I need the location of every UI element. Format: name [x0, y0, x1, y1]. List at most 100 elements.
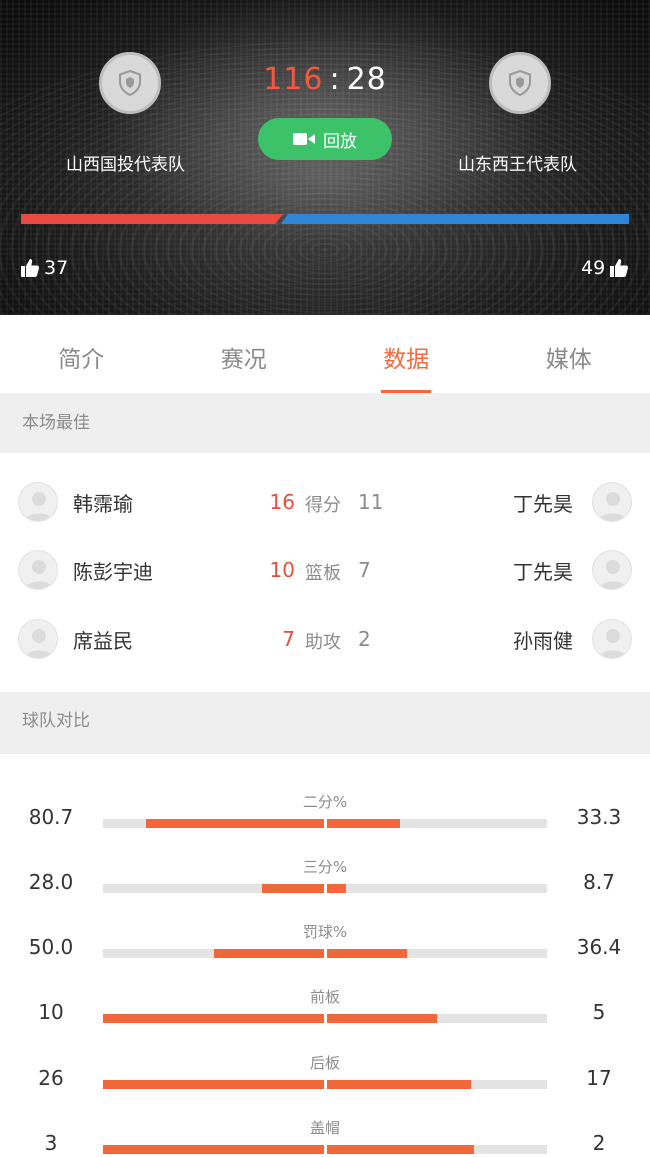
away-value: 36.4 [576, 935, 622, 959]
tab-stats[interactable]: 数据 [325, 315, 488, 393]
away-bar-fill [327, 884, 347, 893]
away-player-name[interactable]: 孙雨健 [513, 625, 573, 654]
home-bar-fill [103, 1080, 324, 1089]
tab-media[interactable]: 媒体 [488, 315, 650, 393]
home-bar-fill [213, 949, 324, 958]
replay-button[interactable]: 回放 [258, 118, 392, 160]
score-separator: : [329, 62, 341, 97]
away-support-bar [281, 214, 629, 224]
avatar[interactable] [592, 482, 632, 522]
avatar[interactable] [18, 550, 58, 590]
away-value: 17 [586, 1066, 612, 1090]
user-placeholder-icon [25, 629, 53, 658]
away-stat-value: 7 [358, 558, 371, 582]
home-bar [103, 1145, 324, 1154]
home-bar [103, 949, 324, 958]
away-bar-fill [327, 1014, 437, 1023]
replay-label: 回放 [323, 131, 357, 152]
scoreboard: 116:28 [0, 62, 650, 97]
home-bar [103, 1080, 324, 1089]
user-placeholder-icon [599, 560, 627, 589]
home-bar [103, 1014, 324, 1023]
stat-label: 得分 [305, 495, 341, 516]
home-stat-value: 16 [269, 490, 295, 514]
away-like-count: 49 [581, 257, 606, 279]
away-bar [327, 1014, 547, 1023]
best-row: 陈彭宇迪 10 篮板 7 丁先昊 [0, 550, 650, 610]
away-value: 33.3 [576, 805, 622, 829]
home-bar-fill [262, 884, 324, 893]
home-value: 10 [38, 1000, 64, 1024]
compare-label: 罚球% [302, 923, 348, 941]
away-value: 5 [592, 1000, 606, 1024]
home-bar-fill [103, 1014, 324, 1023]
tab-bar: 简介 赛况 数据 媒体 [0, 315, 650, 393]
compare-label: 前板 [309, 988, 340, 1006]
away-stat-value: 2 [358, 627, 371, 651]
user-placeholder-icon [25, 492, 53, 521]
home-score: 116 [263, 62, 324, 97]
video-camera-icon [293, 133, 315, 145]
avatar[interactable] [18, 619, 58, 659]
away-team-name[interactable]: 山东西王代表队 [458, 150, 577, 175]
home-stat-value: 7 [282, 627, 295, 651]
away-bar [327, 1080, 547, 1089]
best-row: 席益民 7 助攻 2 孙雨健 [0, 619, 650, 679]
away-stat-value: 11 [358, 490, 384, 514]
home-player-name[interactable]: 韩霈瑜 [73, 488, 133, 517]
user-placeholder-icon [599, 629, 627, 658]
away-player-name[interactable]: 丁先昊 [513, 556, 573, 585]
home-bar-fill [103, 1145, 324, 1154]
compare-label: 盖帽 [309, 1119, 340, 1137]
home-team-name[interactable]: 山西国投代表队 [66, 150, 185, 175]
user-placeholder-icon [25, 560, 53, 589]
away-player-name[interactable]: 丁先昊 [513, 488, 573, 517]
compare-row: 三分% 28.0 8.7 [0, 856, 650, 916]
match-header: 116:28 回放 山西国投代表队 山东西王代表队 37 49 [0, 0, 650, 315]
user-placeholder-icon [599, 492, 627, 521]
compare-label: 三分% [302, 858, 348, 876]
thumbs-up-icon [21, 259, 40, 277]
tab-intro[interactable]: 简介 [0, 315, 163, 393]
stat-label: 助攻 [305, 632, 341, 653]
away-bar [327, 1145, 547, 1154]
stat-label: 篮板 [305, 563, 341, 584]
compare-label: 后板 [309, 1054, 340, 1072]
away-like-button[interactable]: 49 [581, 257, 629, 279]
thumbs-up-icon [610, 259, 629, 277]
home-value: 26 [38, 1066, 64, 1090]
away-bar-fill [327, 1145, 474, 1154]
home-value: 80.7 [28, 805, 74, 829]
best-row: 韩霈瑜 16 得分 11 丁先昊 [0, 482, 650, 542]
away-bar [327, 949, 547, 958]
home-like-button[interactable]: 37 [20, 257, 68, 279]
avatar[interactable] [18, 482, 58, 522]
compare-label: 二分% [302, 793, 348, 811]
home-support-bar [21, 214, 283, 224]
away-value: 8.7 [583, 870, 615, 894]
home-like-count: 37 [44, 257, 69, 279]
home-bar [103, 819, 324, 828]
home-bar [103, 884, 324, 893]
compare-row: 二分% 80.7 33.3 [0, 791, 650, 851]
home-player-name[interactable]: 席益民 [73, 625, 133, 654]
compare-row: 罚球% 50.0 36.4 [0, 921, 650, 981]
avatar[interactable] [592, 619, 632, 659]
compare-row: 前板 10 5 [0, 986, 650, 1046]
away-score: 28 [346, 62, 387, 97]
home-bar-fill [145, 819, 324, 828]
avatar[interactable] [592, 550, 632, 590]
away-bar [327, 884, 547, 893]
home-value: 3 [44, 1131, 58, 1155]
away-bar [327, 819, 547, 828]
compare-row: 盖帽 3 2 [0, 1117, 650, 1157]
away-bar-fill [327, 819, 401, 828]
team-compare-header: 球队对比 [0, 692, 650, 754]
away-value: 2 [592, 1131, 606, 1155]
home-player-name[interactable]: 陈彭宇迪 [73, 556, 153, 585]
tab-live[interactable]: 赛况 [163, 315, 326, 393]
best-players-header: 本场最佳 [0, 393, 650, 453]
home-stat-value: 10 [269, 558, 295, 582]
away-bar-fill [327, 949, 408, 958]
away-bar-fill [327, 1080, 471, 1089]
